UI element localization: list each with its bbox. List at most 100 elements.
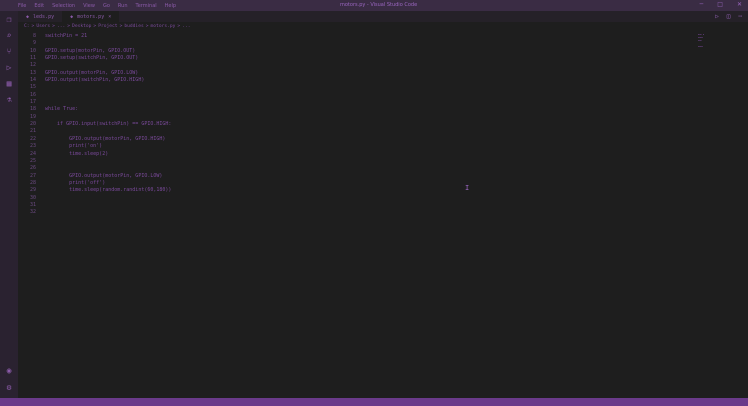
tab-motors[interactable]: ◆ motors.py × xyxy=(62,11,120,22)
line-number: 24 xyxy=(29,150,36,157)
breadcrumb-item[interactable]: C: xyxy=(24,24,30,29)
more-icon[interactable]: ⋯ xyxy=(738,13,742,20)
code-line[interactable]: 10 GPIO.setup(motorPin, GPIO.OUT) xyxy=(18,48,171,55)
chevron-right-icon: > xyxy=(31,24,35,29)
tab-bar: ◆ leds.py ◆ motors.py × ▷ ◫ ⋯ xyxy=(18,11,748,22)
python-icon: ◆ xyxy=(26,13,30,20)
code-text: while True: xyxy=(45,106,79,113)
breadcrumb-item[interactable]: motors.py xyxy=(151,24,176,29)
line-number: 26 xyxy=(29,165,36,172)
line-number: 11 xyxy=(29,55,36,62)
menu-item-run[interactable]: Run xyxy=(118,3,128,9)
split-editor-icon[interactable]: ◫ xyxy=(727,13,731,20)
code-line[interactable]: 25 xyxy=(18,158,171,165)
run-debug-icon[interactable]: ▷ xyxy=(7,63,12,72)
code-line[interactable]: 30 xyxy=(18,195,171,202)
menu-item-go[interactable]: Go xyxy=(103,3,110,9)
code-line[interactable]: 31 xyxy=(18,202,171,209)
python-icon: ◆ xyxy=(70,13,74,20)
explorer-icon[interactable]: ❐ xyxy=(7,15,12,24)
code-line[interactable]: 17 xyxy=(18,99,171,106)
code-line[interactable]: 9 xyxy=(18,40,171,47)
code-line[interactable]: 18 while True: xyxy=(18,106,171,113)
breadcrumb-item[interactable]: Desktop xyxy=(72,24,91,29)
code-line[interactable]: 22 GPIO.output(motorPin, GPIO.HIGH) xyxy=(18,136,171,143)
code-line[interactable]: 19 xyxy=(18,114,171,121)
run-icon[interactable]: ▷ xyxy=(715,13,719,20)
menu-item-file[interactable]: File xyxy=(18,3,26,9)
chevron-right-icon: > xyxy=(93,24,97,29)
code-text: time.sleep(2) xyxy=(45,150,109,157)
code-line[interactable]: 16 xyxy=(18,92,171,99)
minimize-button[interactable]: ─ xyxy=(700,1,704,8)
breadcrumb-item[interactable]: ... xyxy=(182,24,190,29)
chevron-right-icon: > xyxy=(119,24,123,29)
search-icon[interactable]: ⌕ xyxy=(7,31,12,40)
code-line[interactable]: 15 xyxy=(18,84,171,91)
code-line[interactable]: 11 GPIO.setup(switchPin, GPIO.OUT) xyxy=(18,55,171,62)
line-number: 12 xyxy=(29,62,36,69)
breadcrumb-item[interactable]: Users xyxy=(36,24,50,29)
code-line[interactable]: 28 print('off') xyxy=(18,180,171,187)
code-text: time.sleep(random.randint(60,180)) xyxy=(45,187,172,194)
maximize-button[interactable]: □ xyxy=(717,1,723,8)
breadcrumb: C: > Users >... > Desktop > Project > buddies > mot… xyxy=(24,24,191,29)
line-number: 30 xyxy=(29,194,36,201)
line-number: 29 xyxy=(29,187,36,194)
code-line[interactable]: 21 xyxy=(18,128,171,135)
tab-leds[interactable]: ◆ leds.py xyxy=(18,11,63,22)
menu-item-selection[interactable]: Selection xyxy=(52,3,75,9)
close-button[interactable]: ✕ xyxy=(737,1,742,8)
code-text: GPIO.output(motorPin, GPIO.HIGH) xyxy=(45,135,166,142)
extensions-icon[interactable]: ▦ xyxy=(7,79,12,88)
code-editor[interactable]: 8 switchPin = 21 9 10 GPIO.setup(motorPin, G… xyxy=(18,33,171,217)
gear-icon[interactable]: ⚙ xyxy=(7,383,12,392)
line-number: 21 xyxy=(29,128,36,135)
code-line[interactable]: 12 xyxy=(18,62,171,69)
breadcrumb-item[interactable]: buddies xyxy=(124,24,143,29)
line-number: 19 xyxy=(29,113,36,120)
code-line[interactable]: 23 print('on') xyxy=(18,143,171,150)
code-line[interactable]: 29 time.sleep(random.randint(60,180)) xyxy=(18,187,171,194)
line-number: 32 xyxy=(29,209,36,216)
code-text: print('off') xyxy=(45,179,106,186)
code-line[interactable]: 24 time.sleep(2) xyxy=(18,151,171,158)
testing-icon[interactable]: ⚗ xyxy=(7,95,12,104)
code-line[interactable]: 27 GPIO.output(motorPin, GPIO.LOW) xyxy=(18,173,171,180)
menu-item-view[interactable]: View xyxy=(83,3,95,9)
code-line[interactable]: 32 xyxy=(18,209,171,216)
window-title: motors.py - Visual Studio Code xyxy=(340,2,418,8)
code-line[interactable]: 20 if GPIO.input(switchPin) == GPIO.HIGH… xyxy=(18,121,171,128)
status-bar xyxy=(0,398,748,406)
line-number: 20 xyxy=(29,121,36,128)
minimap[interactable]: ▪▪▪ ▪ ▬▬▬▬ ▬▬▬ ▬▬▬▬ xyxy=(698,34,712,49)
code-text: switchPin = 21 xyxy=(45,33,88,39)
line-number: 22 xyxy=(29,135,36,142)
code-line[interactable]: 14 GPIO.output(switchPin, GPIO.HIGH) xyxy=(18,77,171,84)
menu-item-terminal[interactable]: Terminal xyxy=(136,3,157,9)
chevron-right-icon: > xyxy=(67,24,71,29)
code-line[interactable]: 13 GPIO.output(motorPin, GPIO.LOW) xyxy=(18,70,171,77)
code-line[interactable]: 8 switchPin = 21 xyxy=(18,33,171,40)
source-control-icon[interactable]: ⑂ xyxy=(7,47,12,56)
line-number: 13 xyxy=(29,69,36,76)
menu-item-help[interactable]: Help xyxy=(165,3,176,9)
menu-item-edit[interactable]: Edit xyxy=(34,3,44,9)
title-bar: File Edit Selection View Go Run Terminal Help m… xyxy=(0,0,748,11)
close-tab-icon[interactable]: × xyxy=(108,14,111,20)
code-line[interactable]: 26 xyxy=(18,165,171,172)
account-icon[interactable]: ◉ xyxy=(7,366,12,375)
line-number: 18 xyxy=(29,106,36,113)
chevron-right-icon: > xyxy=(177,24,181,29)
breadcrumb-item[interactable]: ... xyxy=(57,24,65,29)
line-number: 23 xyxy=(29,143,36,150)
breadcrumb-item[interactable]: Project xyxy=(98,24,117,29)
